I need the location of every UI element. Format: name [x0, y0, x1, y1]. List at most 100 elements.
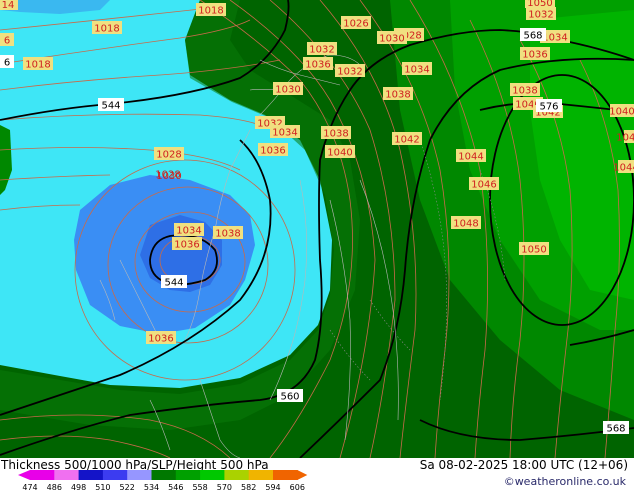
footer: Thickness 500/1000 hPa/SLP/Height 500 hP…	[0, 458, 634, 492]
svg-text:1040: 1040	[616, 133, 634, 144]
svg-text:1040: 1040	[609, 107, 634, 118]
svg-text:1026: 1026	[343, 19, 368, 30]
edge-label: 6	[0, 55, 14, 69]
slp-label: 1050	[519, 242, 549, 256]
slp-label: 1036	[258, 143, 288, 157]
slp-label: 1030	[156, 171, 181, 182]
legend-swatch	[54, 470, 80, 480]
legend-arrow-right	[297, 470, 308, 480]
svg-text:1044: 1044	[458, 152, 483, 163]
slp-label: 1046	[469, 177, 499, 191]
svg-text:1018: 1018	[25, 60, 50, 71]
slp-label: 1042	[392, 132, 422, 146]
height-label: 560	[277, 389, 303, 403]
slp-label: 1034	[402, 62, 432, 76]
svg-text:1040: 1040	[327, 148, 352, 159]
edge-label: 14	[0, 0, 18, 11]
svg-text:1032: 1032	[528, 10, 553, 21]
legend-swatch	[175, 470, 201, 480]
svg-text:1044: 1044	[613, 163, 634, 174]
svg-text:1034: 1034	[542, 33, 567, 44]
legend-swatch	[127, 470, 152, 480]
slp-label: 1018	[23, 57, 53, 71]
slp-label: 1040	[325, 145, 355, 159]
legend-arrow-left	[18, 470, 30, 480]
legend-label: 582	[241, 483, 257, 492]
svg-text:1046: 1046	[471, 180, 496, 191]
svg-text:1030: 1030	[275, 85, 300, 96]
svg-text:1030: 1030	[379, 34, 404, 45]
height-label: 568	[520, 28, 546, 42]
svg-text:544: 544	[164, 278, 183, 289]
slp-label: 1036	[172, 237, 202, 251]
legend-label: 534	[143, 483, 160, 492]
height-label: 544	[98, 98, 124, 112]
svg-text:1032: 1032	[309, 45, 334, 56]
svg-text:1034: 1034	[176, 226, 201, 237]
slp-label: 1032	[526, 7, 556, 21]
svg-text:1036: 1036	[148, 334, 173, 345]
legend-label: 546	[168, 483, 184, 492]
slp-label: 1034	[270, 125, 300, 139]
color-legend	[18, 470, 308, 480]
svg-text:1036: 1036	[260, 146, 285, 157]
legend-swatch	[30, 470, 55, 480]
slp-label: 1038	[321, 126, 351, 140]
slp-label: 1040	[609, 104, 634, 118]
slp-label: 1018	[196, 3, 226, 17]
legend-label: 498	[70, 483, 87, 492]
height-label: 576	[536, 99, 562, 113]
legend-label: 474	[22, 483, 38, 492]
svg-text:14: 14	[2, 0, 15, 11]
svg-text:1036: 1036	[305, 60, 330, 71]
svg-text:6: 6	[4, 36, 10, 47]
svg-text:1050: 1050	[521, 245, 546, 256]
svg-text:1018: 1018	[94, 24, 119, 35]
slp-label: 1030	[273, 82, 303, 96]
slp-label: 1050	[525, 0, 555, 9]
edge-label: 6	[0, 33, 14, 47]
slp-label: 1038	[213, 226, 243, 240]
svg-text:1042: 1042	[394, 135, 419, 146]
slp-label: 1030	[377, 31, 407, 45]
slp-label: 1044	[613, 160, 634, 174]
svg-text:1038: 1038	[215, 229, 240, 240]
slp-label: 1034	[174, 223, 204, 237]
svg-text:1032: 1032	[337, 67, 362, 78]
svg-text:1048: 1048	[453, 219, 478, 230]
svg-text:1018: 1018	[198, 6, 223, 17]
svg-text:6: 6	[4, 58, 10, 69]
svg-text:576: 576	[539, 102, 558, 113]
slp-label: 1018	[92, 21, 122, 35]
legend-swatch	[248, 470, 274, 480]
legend-swatch	[78, 470, 104, 480]
svg-text:544: 544	[101, 101, 120, 112]
height-label: 544	[161, 275, 187, 289]
slp-label: 1026	[341, 16, 371, 30]
weather-map: 1018 1018 1018 1026 1028 1030 1032 1034 …	[0, 0, 634, 458]
slp-label: 1040	[616, 130, 634, 144]
svg-text:1036: 1036	[522, 50, 547, 61]
svg-text:560: 560	[280, 392, 299, 403]
map-datetime: Sa 08-02-2025 18:00 UTC (12+06)	[419, 458, 628, 472]
svg-text:1038: 1038	[323, 129, 348, 140]
slp-label: 1036	[520, 47, 550, 61]
slp-label: 1032	[307, 42, 337, 56]
svg-text:1034: 1034	[404, 65, 429, 76]
svg-text:568: 568	[523, 31, 542, 42]
height-label: 568	[603, 421, 629, 435]
legend-label: 510	[95, 483, 111, 492]
slp-label: 1036	[146, 331, 176, 345]
legend-label: 594	[265, 483, 281, 492]
svg-text:1038: 1038	[512, 86, 537, 97]
slp-label: 1038	[510, 83, 540, 97]
legend-label: 558	[192, 483, 208, 492]
legend-label: 606	[289, 483, 305, 492]
legend-swatch	[151, 470, 177, 480]
svg-text:1050: 1050	[527, 0, 552, 9]
svg-text:1028: 1028	[156, 150, 181, 161]
slp-label: 1036	[303, 57, 333, 71]
slp-label: 1032	[335, 64, 365, 78]
legend-swatch	[102, 470, 128, 480]
legend-swatch	[273, 470, 298, 480]
